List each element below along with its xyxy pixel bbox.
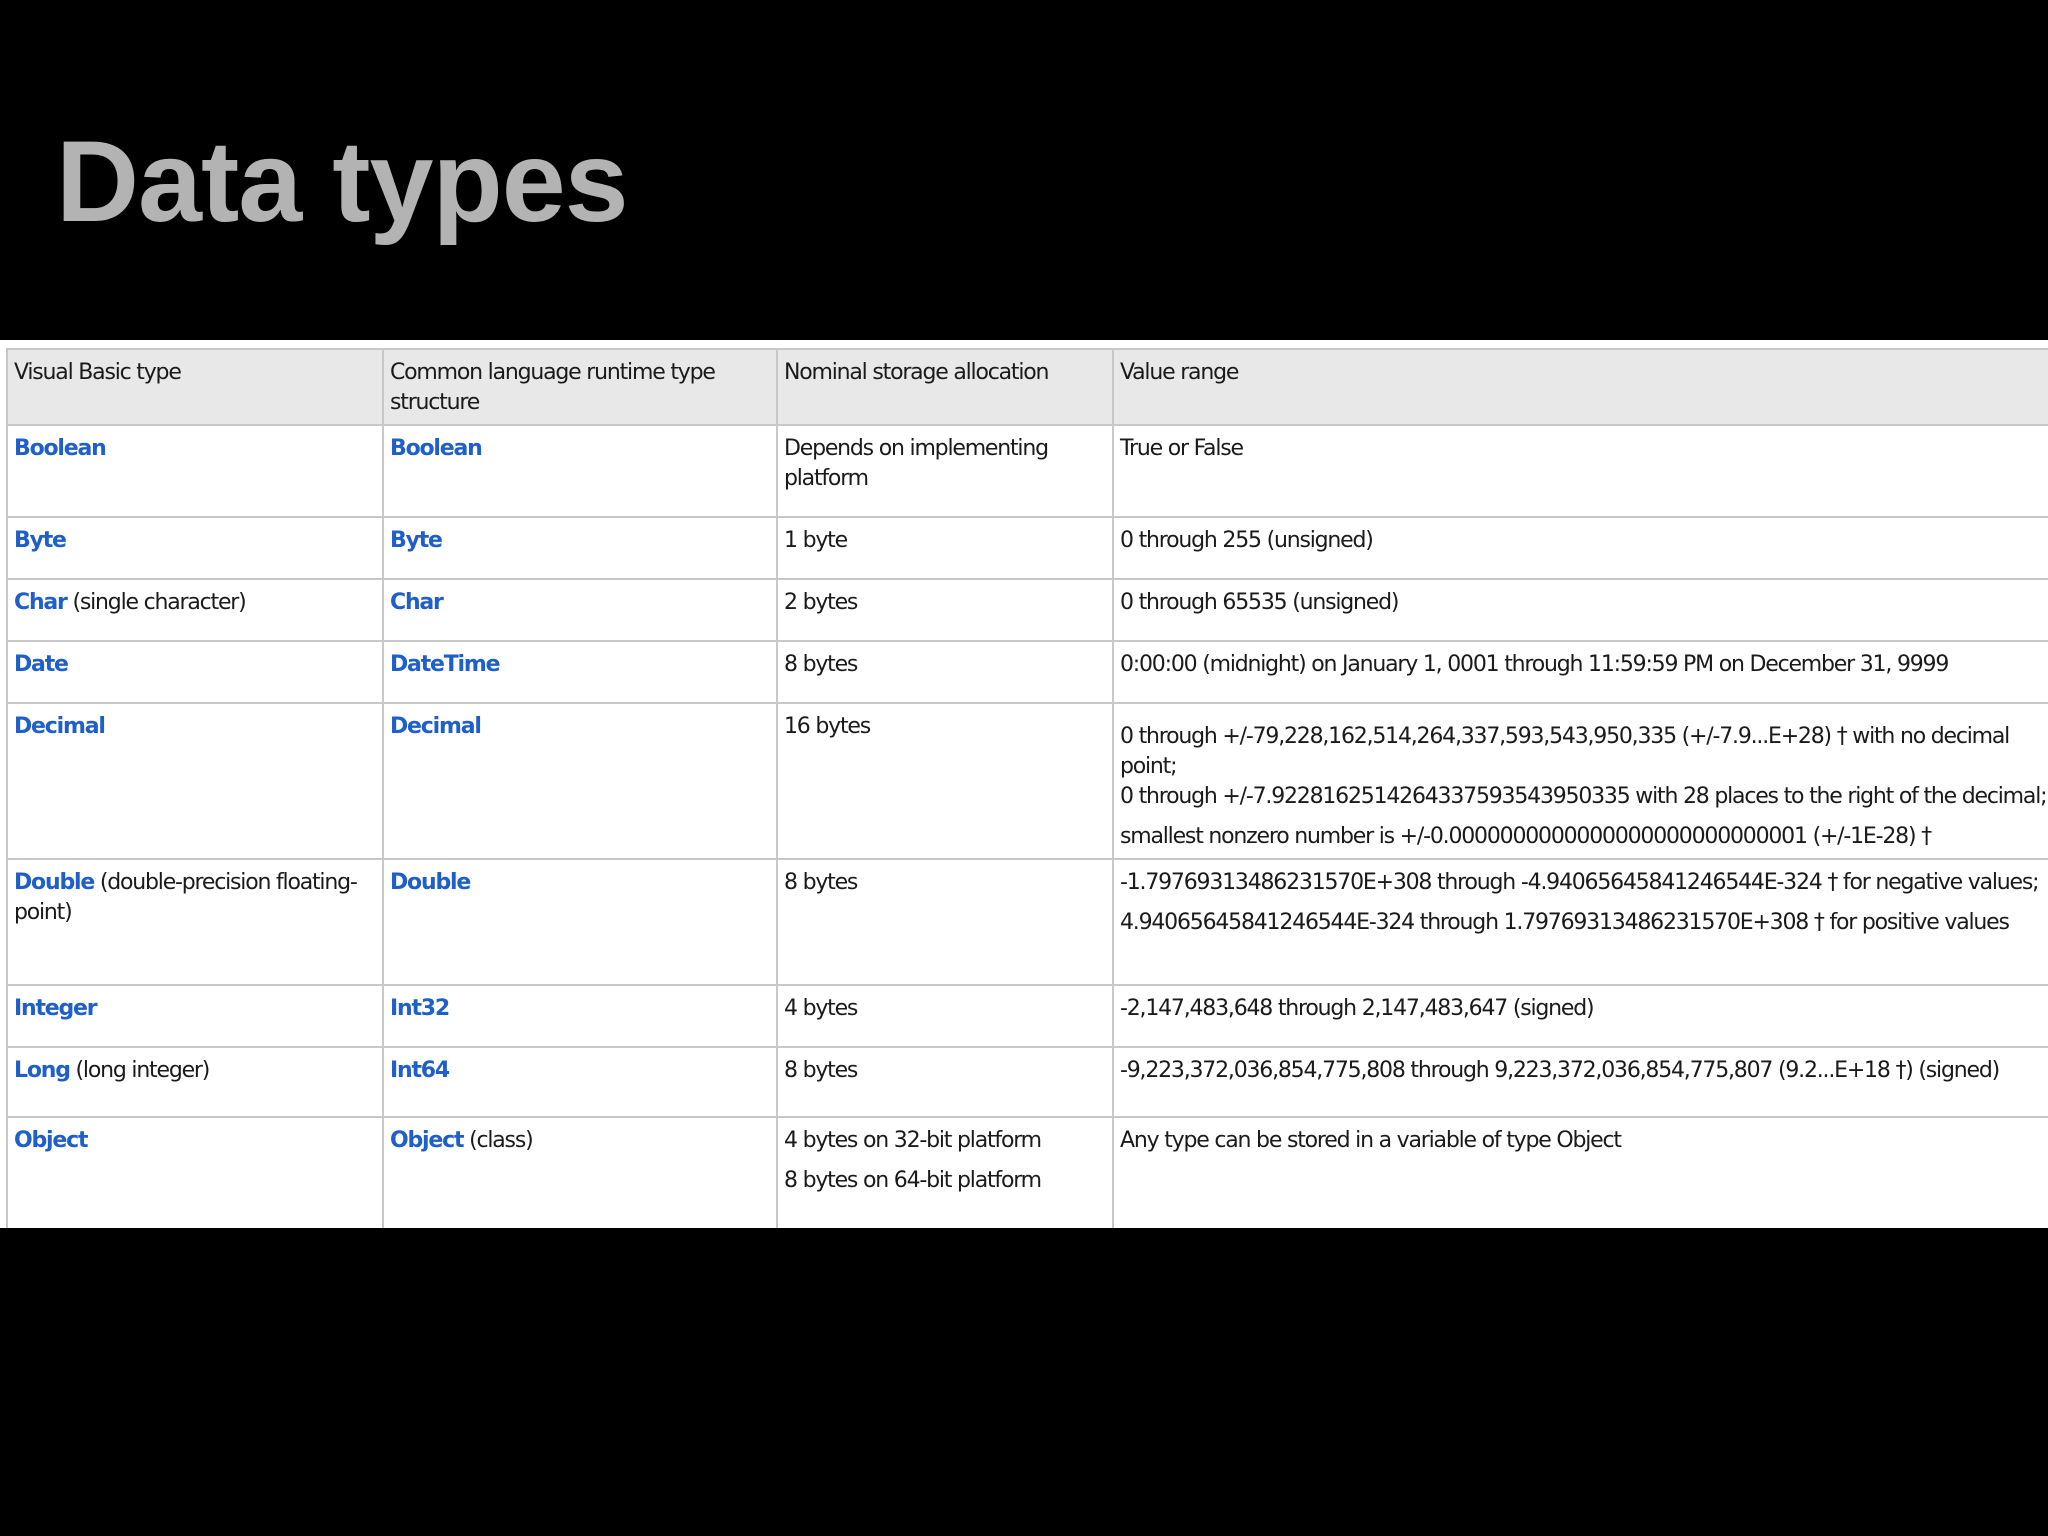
vb-type-cell: Object [6,1116,384,1228]
storage-cell: 16 bytes [776,702,1114,860]
vb-type-cell: Byte [6,516,384,580]
value-range-cell: 0 through 255 (unsigned) [1112,516,2048,580]
vb-type-link[interactable]: Byte [14,528,67,553]
storage-line: 8 bytes on 64-bit platform [784,1168,1042,1193]
vb-type-cell: Char (single character) [6,578,384,642]
vb-type-note: (single character) [72,590,247,615]
clr-type-link[interactable]: Int64 [390,1058,450,1083]
clr-type-cell: DateTime [382,640,778,704]
header-value-range: Value range [1112,348,2048,426]
table-row: Boolean Boolean Depends on implementing … [6,424,2048,518]
header-storage: Nominal storage allocation [776,348,1114,426]
table-row: Integer Int32 4 bytes -2,147,483,648 thr… [6,984,2048,1048]
storage-cell: 4 bytes on 32-bit platform 8 bytes on 64… [776,1116,1114,1228]
clr-type-note: (class) [469,1128,534,1153]
storage-cell: 8 bytes [776,1046,1114,1118]
table-header-row: Visual Basic type Common language runtim… [6,348,2048,426]
table-row: Long (long integer) Int64 8 bytes -9,223… [6,1046,2048,1118]
vb-type-link[interactable]: Date [14,652,69,677]
clr-type-link[interactable]: Int32 [390,996,450,1021]
value-range-cell: 0:00:00 (midnight) on January 1, 0001 th… [1112,640,2048,704]
storage-cell: 4 bytes [776,984,1114,1048]
storage-cell: 8 bytes [776,640,1114,704]
table-row: Byte Byte 1 byte 0 through 255 (unsigned… [6,516,2048,580]
data-types-table-screenshot: Visual Basic type Common language runtim… [0,340,2048,1228]
storage-line: 4 bytes on 32-bit platform [784,1128,1042,1153]
vb-type-link[interactable]: Double [14,870,95,895]
clr-type-cell: Decimal [382,702,778,860]
storage-cell: Depends on implementing platform [776,424,1114,518]
clr-type-cell: Int32 [382,984,778,1048]
slide-bottom-area [0,1228,2048,1536]
vb-type-cell: Long (long integer) [6,1046,384,1118]
clr-type-cell: Boolean [382,424,778,518]
vb-type-link[interactable]: Object [14,1128,88,1153]
clr-type-cell: Object (class) [382,1116,778,1228]
vb-type-link[interactable]: Long [14,1058,71,1083]
value-range-line: smallest nonzero number is +/-0.00000000… [1120,824,1932,849]
clr-type-cell: Int64 [382,1046,778,1118]
clr-type-cell: Char [382,578,778,642]
value-range-cell: -2,147,483,648 through 2,147,483,647 (si… [1112,984,2048,1048]
table-row: Double (double-precision floating-point)… [6,858,2048,986]
table-row: Char (single character) Char 2 bytes 0 t… [6,578,2048,642]
value-range-cell: -9,223,372,036,854,775,808 through 9,223… [1112,1046,2048,1118]
value-range-line: 4.94065645841246544E-324 through 1.79769… [1120,910,2010,935]
header-vb-type: Visual Basic type [6,348,384,426]
value-range-cell: True or False [1112,424,2048,518]
clr-type-link[interactable]: Object [390,1128,464,1153]
storage-cell: 8 bytes [776,858,1114,986]
vb-type-link[interactable]: Decimal [14,714,106,739]
clr-type-cell: Byte [382,516,778,580]
clr-type-cell: Double [382,858,778,986]
slide-title: Data types [56,118,629,246]
value-range-line: 0 through +/-79,228,162,514,264,337,593,… [1120,724,2010,779]
clr-type-link[interactable]: DateTime [390,652,501,677]
vb-type-link[interactable]: Boolean [14,436,107,461]
table-row: Object Object (class) 4 bytes on 32-bit … [6,1116,2048,1228]
clr-type-link[interactable]: Char [390,590,444,615]
vb-type-link[interactable]: Char [14,590,68,615]
vb-type-cell: Double (double-precision floating-point) [6,858,384,986]
value-range-line: -1.79769313486231570E+308 through -4.940… [1120,870,2040,895]
storage-cell: 1 byte [776,516,1114,580]
value-range-cell: 0 through +/-79,228,162,514,264,337,593,… [1112,702,2048,860]
clr-type-link[interactable]: Double [390,870,471,895]
value-range-line: 0 through +/-7.9228162514264337593543950… [1120,784,2048,809]
vb-type-cell: Date [6,640,384,704]
value-range-cell: 0 through 65535 (unsigned) [1112,578,2048,642]
vb-type-link[interactable]: Integer [14,996,98,1021]
vb-type-cell: Boolean [6,424,384,518]
value-range-cell: Any type can be stored in a variable of … [1112,1116,2048,1228]
storage-cell: 2 bytes [776,578,1114,642]
clr-type-link[interactable]: Byte [390,528,443,553]
clr-type-link[interactable]: Boolean [390,436,483,461]
value-range-cell: -1.79769313486231570E+308 through -4.940… [1112,858,2048,986]
clr-type-link[interactable]: Decimal [390,714,482,739]
header-clr-type: Common language runtime type structure [382,348,778,426]
vb-type-cell: Integer [6,984,384,1048]
vb-type-cell: Decimal [6,702,384,860]
vb-type-note: (long integer) [75,1058,211,1083]
table-row: Decimal Decimal 16 bytes 0 through +/-79… [6,702,2048,860]
table-row: Date DateTime 8 bytes 0:00:00 (midnight)… [6,640,2048,704]
data-types-table: Visual Basic type Common language runtim… [6,348,2048,1228]
